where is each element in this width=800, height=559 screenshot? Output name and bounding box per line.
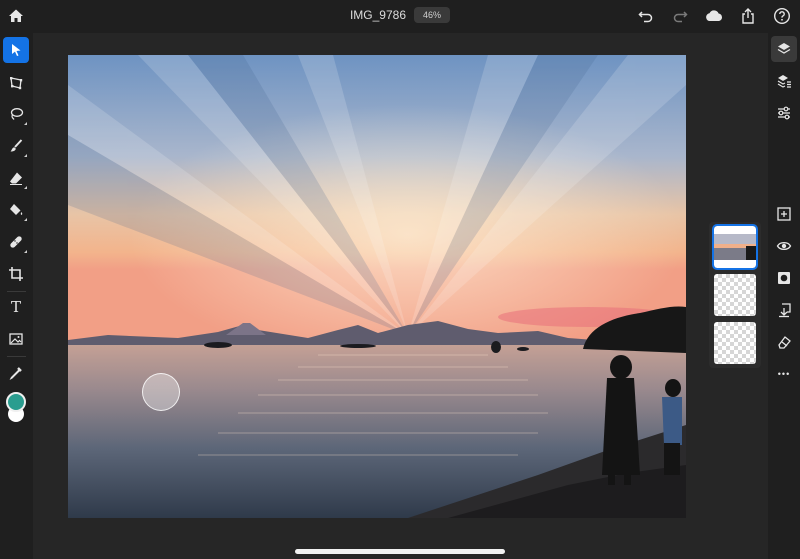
add-layer-icon[interactable] [771, 201, 797, 227]
lasso-tool-icon[interactable] [3, 101, 29, 127]
toolbar-divider [7, 291, 26, 292]
eraser-tool-icon[interactable] [3, 165, 29, 191]
transform-tool-icon[interactable] [3, 70, 29, 96]
adjustments-icon[interactable] [771, 100, 797, 126]
brush-cursor [142, 373, 180, 411]
fill-tool-icon[interactable] [3, 197, 29, 223]
layers-thumbnail-strip [709, 222, 761, 368]
merge-down-icon[interactable] [771, 297, 797, 323]
eyedropper-icon[interactable] [3, 360, 29, 386]
crop-tool-icon[interactable] [3, 261, 29, 287]
zoom-level[interactable]: 46% [414, 7, 451, 23]
place-image-icon[interactable] [3, 326, 29, 352]
primary-color-swatch[interactable] [6, 392, 26, 412]
right-panel: ••• [768, 33, 800, 559]
share-icon[interactable] [738, 6, 758, 26]
toolbar-divider [7, 356, 26, 357]
layer-properties-icon[interactable] [771, 68, 797, 94]
redo-icon[interactable] [670, 6, 690, 26]
mask-icon[interactable] [771, 265, 797, 291]
layer-thumbnail-empty[interactable] [714, 322, 756, 364]
type-tool-icon[interactable]: T [3, 294, 29, 320]
undo-icon[interactable] [636, 6, 656, 26]
left-toolbar: T [0, 33, 33, 559]
type-tool-glyph: T [10, 298, 21, 316]
help-icon[interactable] [772, 6, 792, 26]
visibility-icon[interactable] [771, 233, 797, 259]
layer-thumbnail-photo[interactable] [712, 224, 758, 270]
canvas-photo[interactable] [68, 55, 686, 518]
healing-tool-icon[interactable] [3, 229, 29, 255]
layer-thumbnail-empty[interactable] [714, 274, 756, 316]
cloud-icon[interactable] [704, 6, 724, 26]
document-title[interactable]: IMG_9786 [350, 8, 406, 22]
select-tool-icon[interactable] [3, 37, 29, 63]
clear-layer-icon[interactable] [771, 329, 797, 355]
home-indicator [295, 549, 505, 554]
brush-tool-icon[interactable] [3, 133, 29, 159]
more-icon[interactable]: ••• [771, 361, 797, 387]
more-glyph: ••• [777, 369, 791, 379]
layers-icon[interactable] [771, 36, 797, 62]
top-bar: IMG_9786 46% [0, 0, 800, 33]
